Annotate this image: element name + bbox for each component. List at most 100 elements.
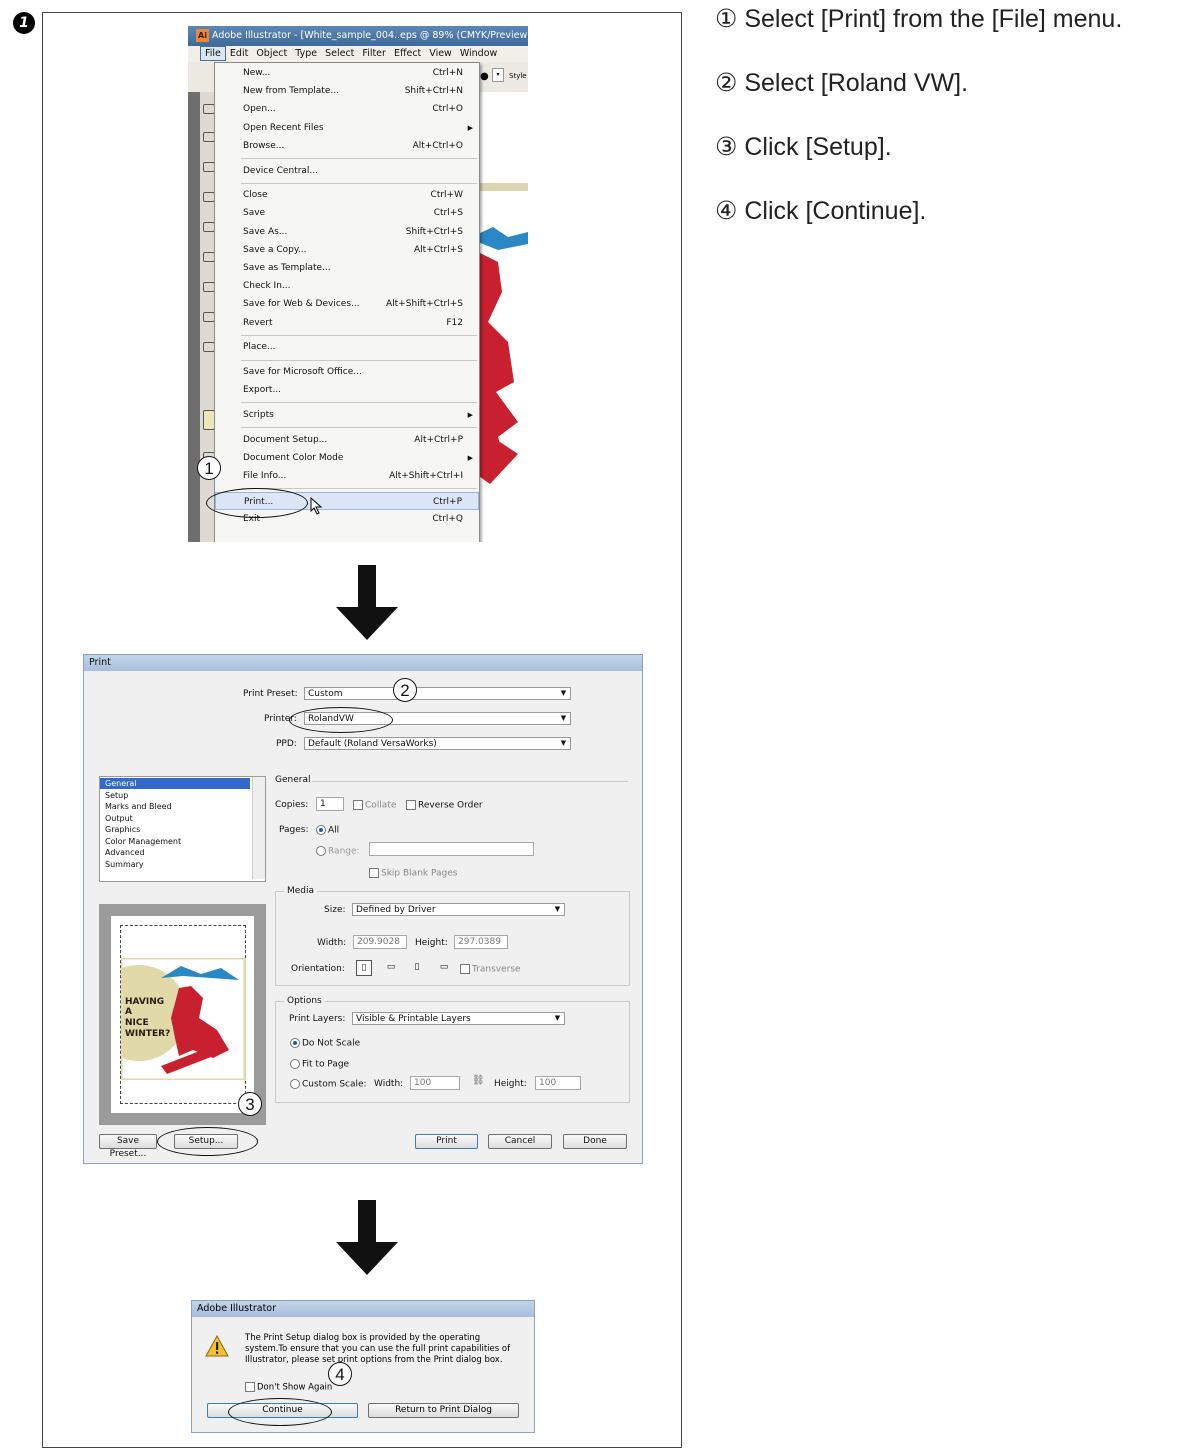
width-input[interactable]: 209.9028 xyxy=(353,935,407,949)
custom-scale-label: Custom Scale: xyxy=(302,1079,367,1090)
height-input[interactable]: 297.0389 xyxy=(454,935,508,949)
general-heading: General xyxy=(275,775,311,785)
file-menu-item[interactable]: Revert F12 xyxy=(215,314,479,332)
do-not-scale-label: Do Not Scale xyxy=(302,1038,361,1049)
menu-type[interactable]: Type xyxy=(291,46,321,62)
menu-item-label: Save for Microsoft Office... xyxy=(243,367,362,377)
menu-item-label: New from Template... xyxy=(243,86,339,97)
file-menu-item[interactable]: Open Recent Files ▶ xyxy=(215,119,479,137)
ppd-value: Default (Roland VersaWorks) xyxy=(308,739,437,749)
ppd-select[interactable]: Default (Roland VersaWorks) ▼ xyxy=(304,737,571,750)
do-not-scale-radio[interactable]: Do Not Scale xyxy=(290,1038,360,1049)
radio-icon xyxy=(316,846,326,856)
scale-height-input[interactable]: 100 xyxy=(535,1076,581,1090)
save-preset-button[interactable]: Save Preset... xyxy=(99,1134,157,1159)
menu-item-shortcut: Alt+Ctrl+S xyxy=(414,244,463,255)
print-preset-label: Print Preset: xyxy=(243,689,298,699)
file-menu-item[interactable]: Place... xyxy=(215,338,479,356)
transverse-checkbox[interactable]: Transverse xyxy=(460,964,521,975)
menu-item-label: Save As... xyxy=(243,226,288,237)
skip-blank-label: Skip Blank Pages xyxy=(381,868,458,879)
reverse-order-checkbox[interactable]: Reverse Order xyxy=(406,800,483,811)
menu-view[interactable]: View xyxy=(425,46,456,62)
print-layers-label: Print Layers: xyxy=(289,1014,346,1024)
snowboarder-artwork xyxy=(473,227,528,484)
portrait-flipped-icon[interactable]: ▯ xyxy=(410,960,424,974)
pages-all-radio[interactable]: All xyxy=(316,825,339,836)
category-item[interactable]: Graphics xyxy=(100,824,250,835)
file-menu-item[interactable]: New from Template... Shift+Ctrl+N xyxy=(215,82,479,100)
menu-item-label: Revert xyxy=(243,317,273,328)
portrait-icon[interactable]: ▯ xyxy=(356,960,372,976)
menu-select[interactable]: Select xyxy=(321,46,358,62)
menu-effect[interactable]: Effect xyxy=(390,46,425,62)
file-menu-item[interactable]: Browse... Alt+Ctrl+O xyxy=(215,137,479,155)
category-item[interactable]: Output xyxy=(100,813,250,824)
menu-file[interactable]: File xyxy=(200,46,226,61)
print-layers-value: Visible & Printable Layers xyxy=(356,1014,471,1024)
menu-filter[interactable]: Filter xyxy=(358,46,390,62)
scale-height-label: Height: xyxy=(494,1079,527,1089)
height-label: Height: xyxy=(415,938,448,948)
file-menu-item[interactable]: Device Central... xyxy=(215,162,479,180)
copies-input[interactable]: 1 xyxy=(316,797,344,811)
file-menu-item[interactable]: New... Ctrl+N xyxy=(215,64,479,82)
file-menu-item[interactable]: Save for Microsoft Office... xyxy=(215,363,479,381)
menu-edit[interactable]: Edit xyxy=(226,46,252,62)
file-menu-item[interactable]: File Info... Alt+Shift+Ctrl+I xyxy=(215,467,479,485)
landscape-flipped-icon[interactable]: ▭ xyxy=(437,960,451,974)
category-item[interactable]: Marks and Bleed xyxy=(100,801,250,812)
file-menu-item[interactable]: Scripts ▶ xyxy=(215,406,479,424)
cancel-button[interactable]: Cancel xyxy=(488,1134,552,1149)
file-menu-item[interactable]: Save a Copy... Alt+Ctrl+S xyxy=(215,241,479,259)
category-item[interactable]: Setup xyxy=(100,790,250,801)
size-select[interactable]: Defined by Driver ▼ xyxy=(352,903,565,916)
illustrator-window: Ai Adobe Illustrator - [White_sample_004.… xyxy=(188,26,528,542)
file-menu-item[interactable]: Document Setup... Alt+Ctrl+P xyxy=(215,431,479,449)
preview-text-line-4: WINTER? xyxy=(125,1029,170,1039)
pages-range-radio[interactable]: Range: xyxy=(316,846,360,857)
collate-checkbox[interactable]: Collate xyxy=(353,800,396,811)
category-item[interactable]: General xyxy=(100,778,250,789)
radio-selected-icon xyxy=(290,1038,300,1048)
menu-object[interactable]: Object xyxy=(252,46,291,62)
fit-to-page-radio[interactable]: Fit to Page xyxy=(290,1059,349,1070)
print-preset-select[interactable]: Custom ▼ xyxy=(304,687,571,700)
category-item[interactable]: Summary xyxy=(100,859,250,870)
chevron-down-icon: ▼ xyxy=(554,905,561,913)
file-menu-item[interactable]: Document Color Mode ▶ xyxy=(215,449,479,467)
menu-separator xyxy=(241,182,477,184)
range-input[interactable] xyxy=(369,842,534,856)
landscape-icon[interactable]: ▭ xyxy=(384,960,398,974)
chevron-down-icon[interactable]: ▾ xyxy=(492,68,504,82)
callout-2: 2 xyxy=(393,678,417,702)
file-menu-item[interactable]: Save for Web & Devices... Alt+Shift+Ctrl+… xyxy=(215,295,479,313)
file-menu-item[interactable]: Open... Ctrl+O xyxy=(215,100,479,118)
size-value: Defined by Driver xyxy=(356,905,436,915)
scale-width-input[interactable]: 100 xyxy=(410,1076,460,1090)
menu-window[interactable]: Window xyxy=(456,46,501,62)
file-menu-item[interactable]: Check In... xyxy=(215,277,479,295)
done-button[interactable]: Done xyxy=(563,1134,627,1149)
file-menu-item[interactable]: Save Ctrl+S xyxy=(215,204,479,222)
file-menu-item[interactable]: Save as Template... xyxy=(215,259,479,277)
stroke-dot-icon[interactable]: ● xyxy=(480,71,489,82)
instruction-1: ① Select [Print] from the [File] menu. xyxy=(715,5,1123,33)
file-menu-item[interactable]: Save As... Shift+Ctrl+S xyxy=(215,223,479,241)
category-item[interactable]: Advanced xyxy=(100,847,250,858)
custom-scale-radio[interactable]: Custom Scale: xyxy=(290,1079,367,1090)
print-layers-select[interactable]: Visible & Printable Layers ▼ xyxy=(352,1012,565,1025)
instruction-3: ③ Click [Setup]. xyxy=(715,133,892,161)
category-scrollbar[interactable] xyxy=(252,777,265,879)
callout-oval-print xyxy=(206,488,308,518)
print-button[interactable]: Print xyxy=(415,1134,478,1149)
link-chain-icon[interactable]: ⛓ xyxy=(472,1075,485,1086)
category-item[interactable]: Color Management xyxy=(100,836,250,847)
file-menu-item[interactable]: Close Ctrl+W xyxy=(215,186,479,204)
return-to-print-dialog-button[interactable]: Return to Print Dialog xyxy=(368,1403,519,1418)
dont-show-again-checkbox[interactable]: Don't Show Again xyxy=(245,1382,332,1393)
orientation-label: Orientation: xyxy=(291,964,345,974)
skip-blank-checkbox[interactable]: Skip Blank Pages xyxy=(369,868,457,879)
file-menu-item[interactable]: Export... xyxy=(215,381,479,399)
file-menu-dropdown: New... Ctrl+N New from Template... Shift+Ct… xyxy=(214,62,480,542)
